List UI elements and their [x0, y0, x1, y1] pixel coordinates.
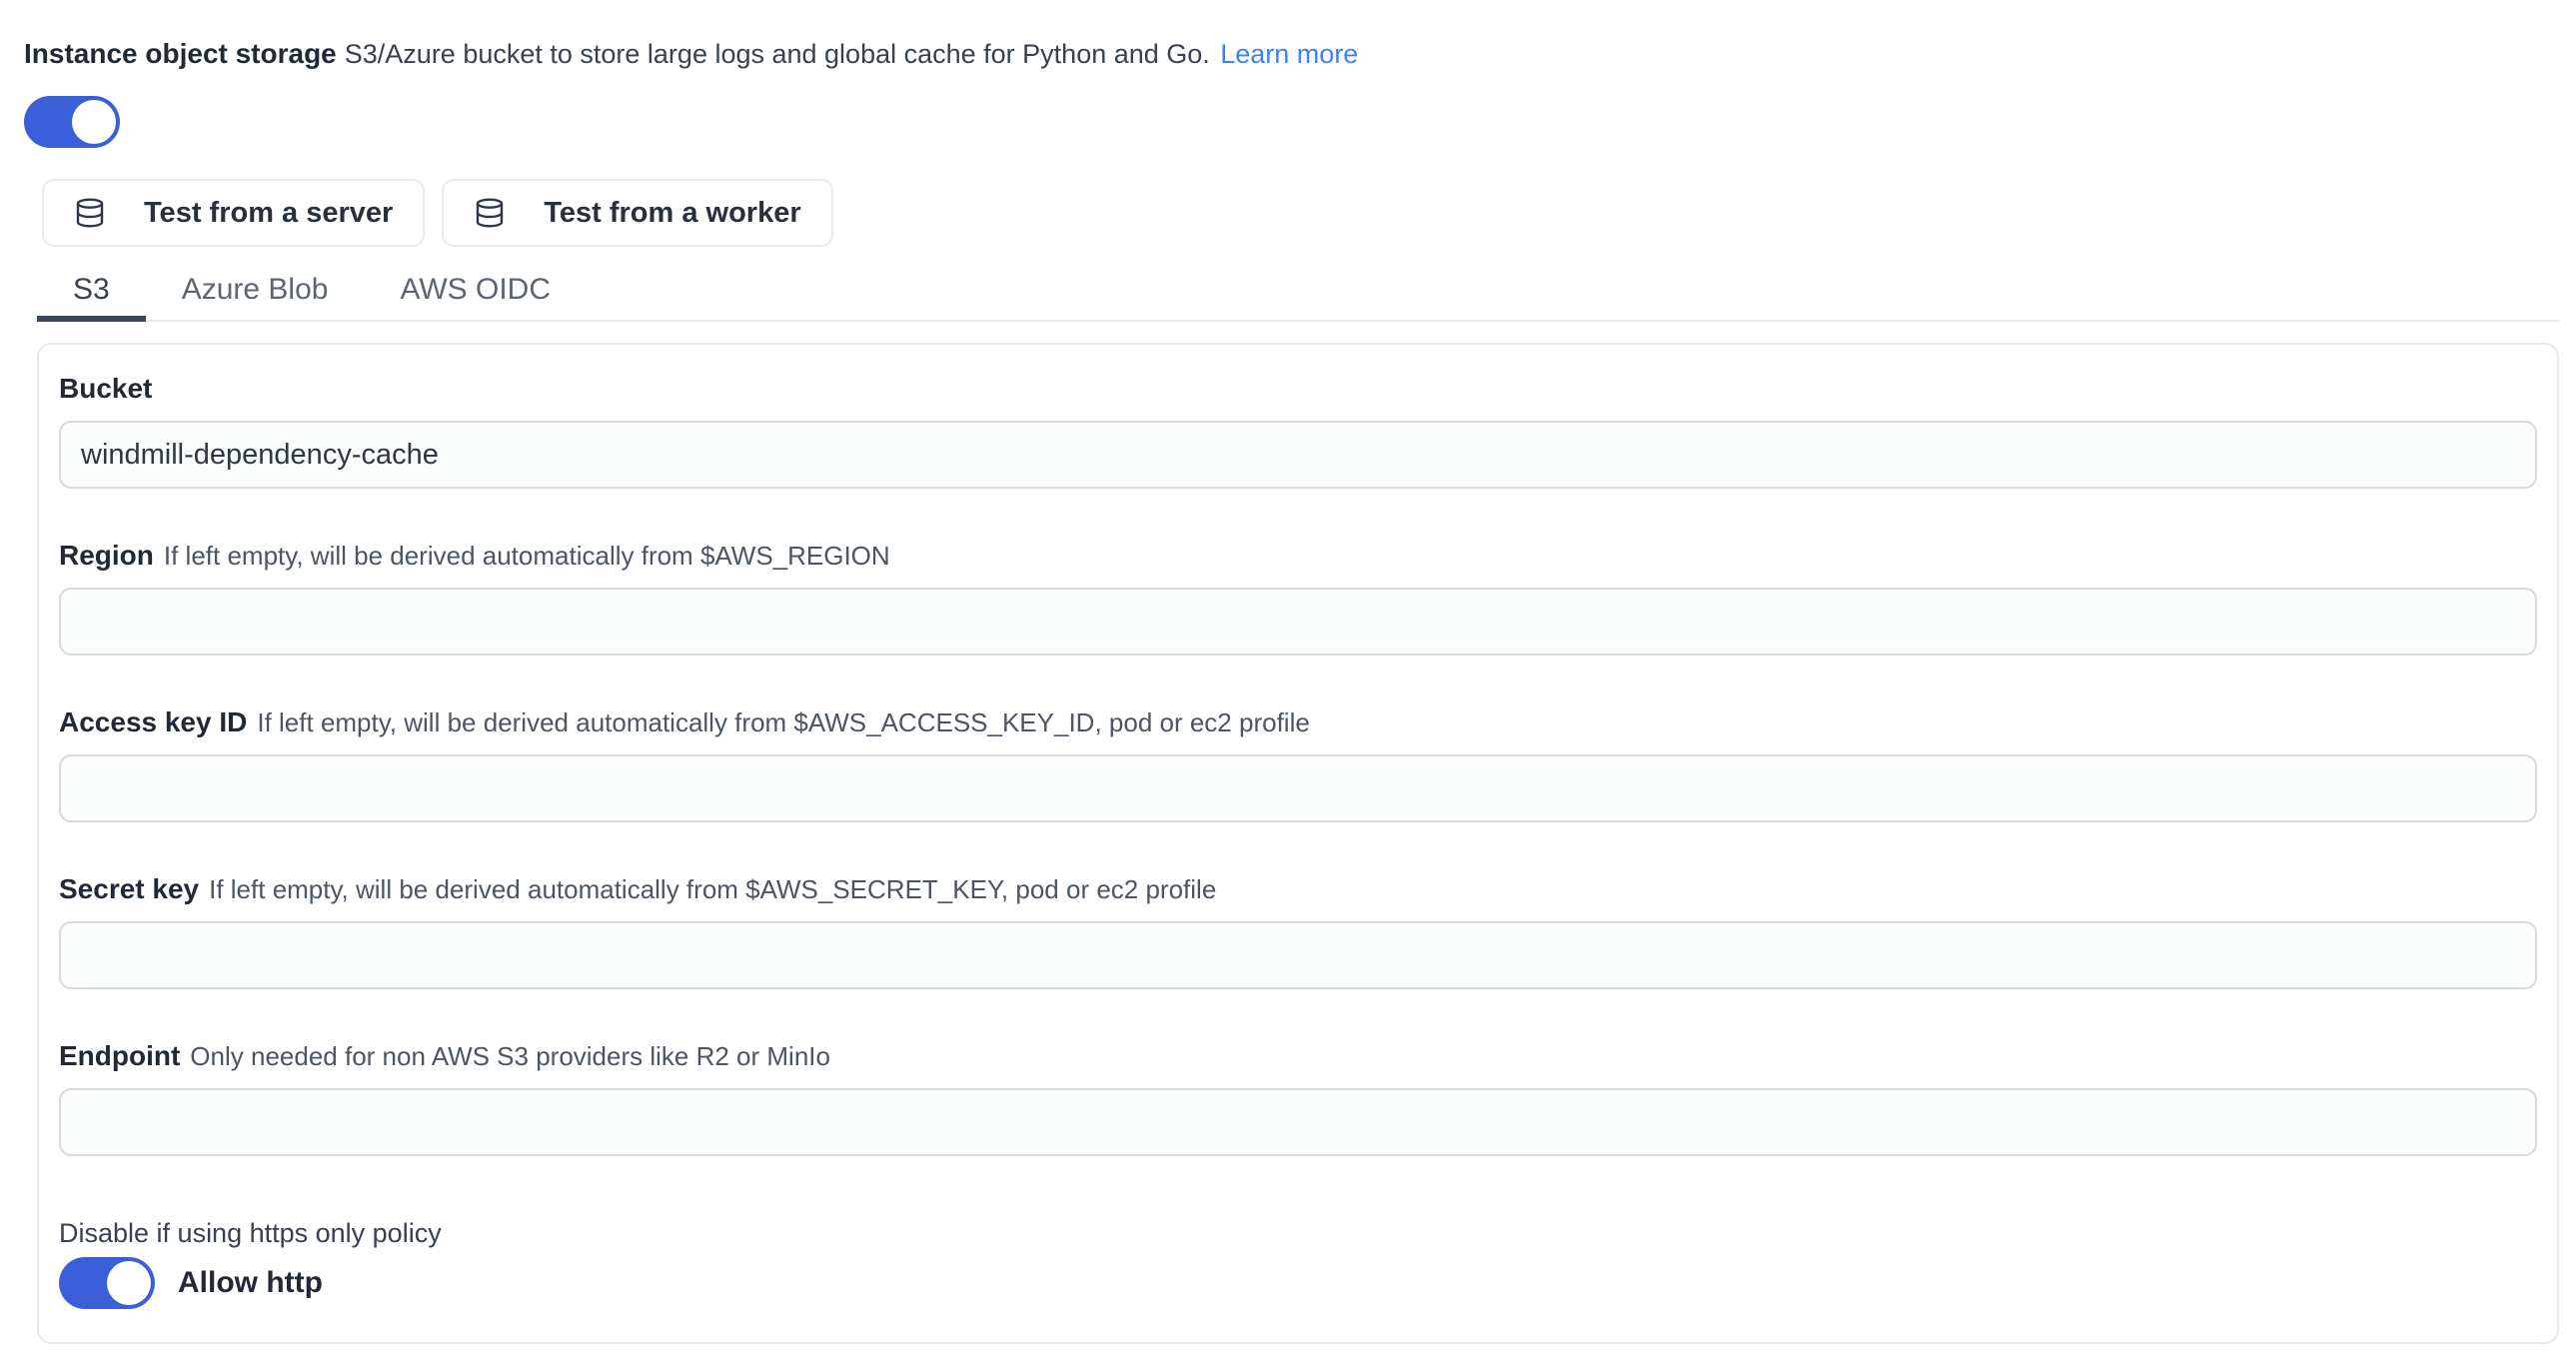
tab-label: S3 [73, 273, 110, 306]
allow-http-note: Disable if using https only policy [59, 1216, 2537, 1250]
storage-provider-tabs: S3 Azure Blob AWS OIDC [37, 262, 2559, 322]
field-region: Region If left empty, will be derived aut… [59, 539, 2537, 656]
allow-http-toggle[interactable] [59, 1257, 155, 1309]
region-input[interactable] [59, 588, 2537, 656]
instance-object-storage-settings: Instance object storage S3/Azure bucket t… [0, 0, 2576, 1344]
field-access-key-id: Access key ID If left empty, will be deri… [59, 705, 2537, 822]
page-title: Instance object storage [24, 38, 337, 69]
field-bucket: Bucket [59, 372, 2537, 489]
toggle-knob [107, 1261, 151, 1305]
field-label: Bucket [59, 373, 152, 404]
test-from-worker-label: Test from a worker [544, 197, 800, 230]
field-secret-key: Secret key If left empty, will be derived… [59, 872, 2537, 989]
field-endpoint: Endpoint Only needed for non AWS S3 provi… [59, 1039, 2537, 1156]
field-hint: If left empty, will be derived automatic… [209, 874, 1216, 904]
endpoint-input[interactable] [59, 1088, 2537, 1156]
database-icon [74, 197, 106, 229]
test-from-worker-button[interactable]: Test from a worker [442, 179, 832, 247]
tab-aws-oidc[interactable]: AWS OIDC [364, 262, 587, 322]
header: Instance object storage S3/Azure bucket t… [24, 34, 2559, 79]
object-storage-toggle[interactable] [24, 96, 120, 148]
field-hint: If left empty, will be derived automatic… [257, 707, 1309, 737]
access-key-id-input[interactable] [59, 754, 2537, 822]
tab-label: AWS OIDC [400, 273, 551, 306]
field-label: Region [59, 540, 154, 571]
learn-more-link[interactable]: Learn more [1220, 39, 1358, 69]
field-label: Access key ID [59, 706, 247, 737]
toggle-knob [72, 100, 116, 144]
page-description: S3/Azure bucket to store large logs and … [345, 39, 1210, 69]
field-label: Secret key [59, 873, 199, 904]
s3-fields: Bucket Region If left empty, will be deri… [59, 372, 2537, 1156]
test-buttons-row: Test from a server Test from a worker [42, 179, 2559, 247]
tab-label: Azure Blob [182, 273, 329, 306]
field-hint: Only needed for non AWS S3 providers lik… [190, 1041, 830, 1071]
tab-s3[interactable]: S3 [37, 262, 146, 322]
tab-azure-blob[interactable]: Azure Blob [146, 262, 365, 322]
s3-settings-card: Bucket Region If left empty, will be deri… [37, 343, 2559, 1344]
test-from-server-button[interactable]: Test from a server [42, 179, 425, 247]
bucket-input[interactable] [59, 421, 2537, 489]
allow-http-label: Allow http [178, 1266, 323, 1300]
s3-config-section: Test from a server Test from a worker S3… [37, 179, 2559, 1344]
field-hint: If left empty, will be derived automatic… [164, 541, 890, 571]
database-icon [474, 197, 506, 229]
secret-key-input[interactable] [59, 921, 2537, 989]
allow-http-row: Allow http [59, 1257, 2537, 1309]
test-from-server-label: Test from a server [144, 197, 393, 230]
field-label: Endpoint [59, 1040, 180, 1071]
